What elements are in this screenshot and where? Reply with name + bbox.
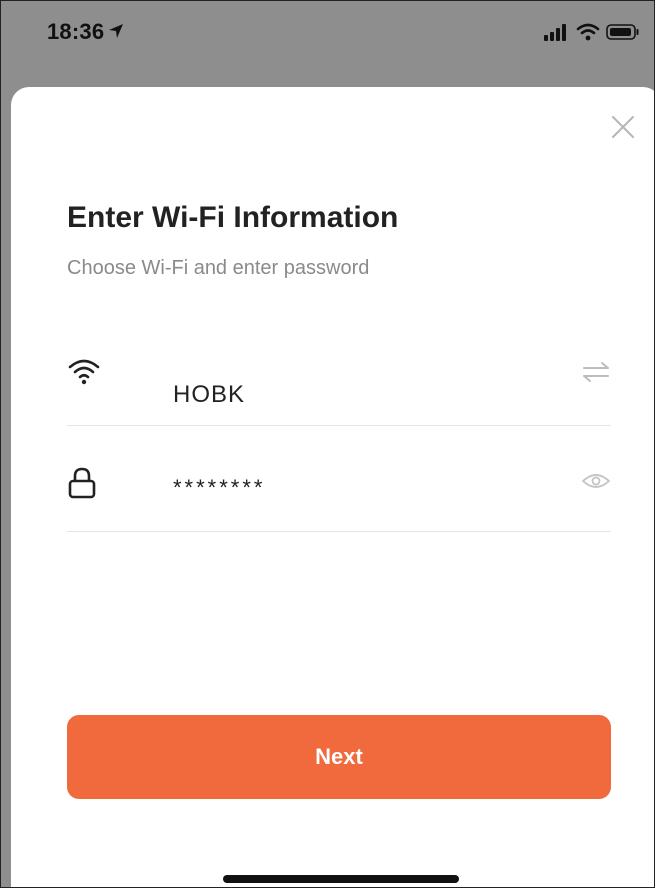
lock-icon [67, 467, 97, 504]
home-indicator [223, 875, 459, 883]
status-icons [544, 23, 640, 46]
page-subtitle: Choose Wi-Fi and enter password [67, 257, 370, 279]
location-arrow-icon [108, 23, 124, 44]
phone-screen: 18:36 Enter Wi-Fi Information Choose Wi-… [0, 0, 655, 888]
close-icon[interactable] [609, 113, 637, 141]
wifi-network-row[interactable]: HOBK [67, 337, 611, 426]
status-bar: 18:36 [1, 1, 654, 81]
wifi-setup-sheet: Enter Wi-Fi Information Choose Wi-Fi and… [11, 87, 654, 887]
battery-icon [606, 23, 640, 46]
password-row[interactable]: ******** [67, 443, 611, 532]
wifi-icon [67, 357, 101, 390]
status-time: 18:36 [47, 19, 124, 45]
eye-icon[interactable] [581, 471, 611, 496]
switch-network-icon[interactable] [581, 361, 611, 388]
signal-icon [544, 23, 570, 46]
wifi-network-name[interactable]: HOBK [173, 381, 245, 409]
wifi-icon [576, 23, 600, 46]
password-field[interactable]: ******** [173, 475, 266, 501]
status-time-text: 18:36 [47, 19, 105, 44]
next-button[interactable]: Next [67, 715, 611, 799]
page-title: Enter Wi-Fi Information [67, 201, 399, 234]
